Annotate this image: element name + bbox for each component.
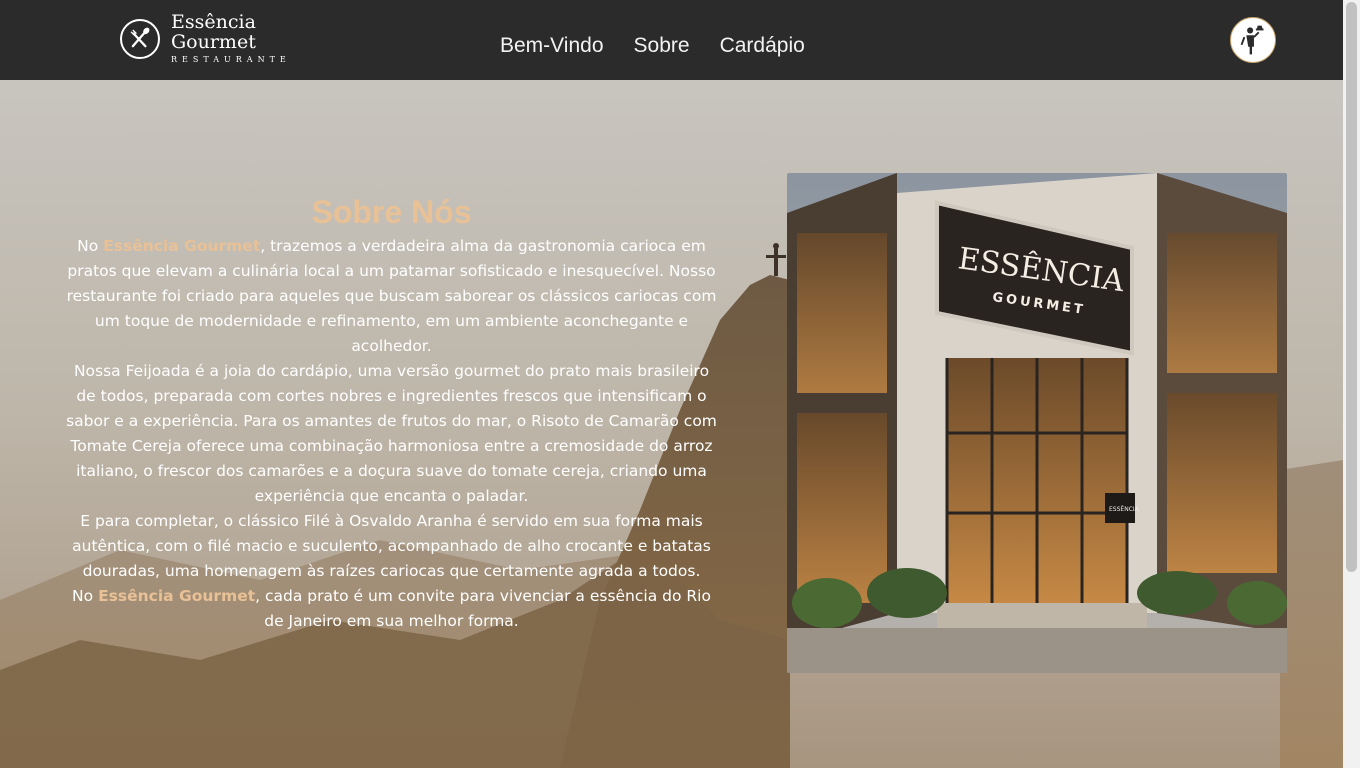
scrollbar-thumb[interactable]: [1346, 2, 1357, 572]
nav-link-bem-vindo[interactable]: Bem-Vindo: [500, 30, 604, 62]
about-paragraph-2: Nossa Feijoada é a joia do cardápio, uma…: [66, 362, 717, 505]
brand-highlight: Essência Gourmet: [103, 237, 261, 255]
restaurant-facade-image: ESSÊNCIA GOURMET ESSÊNCIA: [787, 173, 1287, 673]
cutlery-emblem-icon: [120, 19, 160, 59]
about-section: Sobre Nós No Essência Gourmet, trazemos …: [65, 190, 718, 634]
logo-tagline: RESTAURANTE: [171, 55, 291, 64]
about-paragraph-3: E para completar, o clássico Filé à Osva…: [72, 512, 711, 580]
waiter-icon: [1240, 25, 1264, 55]
about-paragraph-4: No Essência Gourmet, cada prato é um con…: [65, 584, 718, 634]
about-title: Sobre Nós: [311, 194, 472, 230]
nav-link-cardapio[interactable]: Cardápio: [720, 30, 805, 62]
waiter-button[interactable]: [1230, 17, 1276, 63]
text-fragment: No: [72, 587, 99, 605]
about-text: No Essência Gourmet, trazemos a verdadei…: [65, 234, 718, 634]
text-fragment: No: [77, 237, 104, 255]
small-sign-text: ESSÊNCIA: [1109, 505, 1140, 513]
logo-line-2: Gourmet: [171, 31, 256, 53]
main-nav: Bem-Vindo Sobre Cardápio: [500, 30, 805, 62]
top-navbar: Essência Gourmet RESTAURANTE Bem-Vindo S…: [0, 0, 1343, 80]
logo-line-1: Essência: [171, 11, 256, 33]
brand-highlight: Essência Gourmet: [98, 587, 256, 605]
nav-link-sobre[interactable]: Sobre: [634, 30, 690, 62]
logo[interactable]: Essência Gourmet RESTAURANTE: [120, 12, 300, 68]
page-scrollbar[interactable]: [1343, 0, 1360, 768]
about-paragraph-1: No Essência Gourmet, trazemos a verdadei…: [65, 234, 718, 359]
text-fragment: , cada prato é um convite para vivenciar…: [255, 587, 711, 630]
